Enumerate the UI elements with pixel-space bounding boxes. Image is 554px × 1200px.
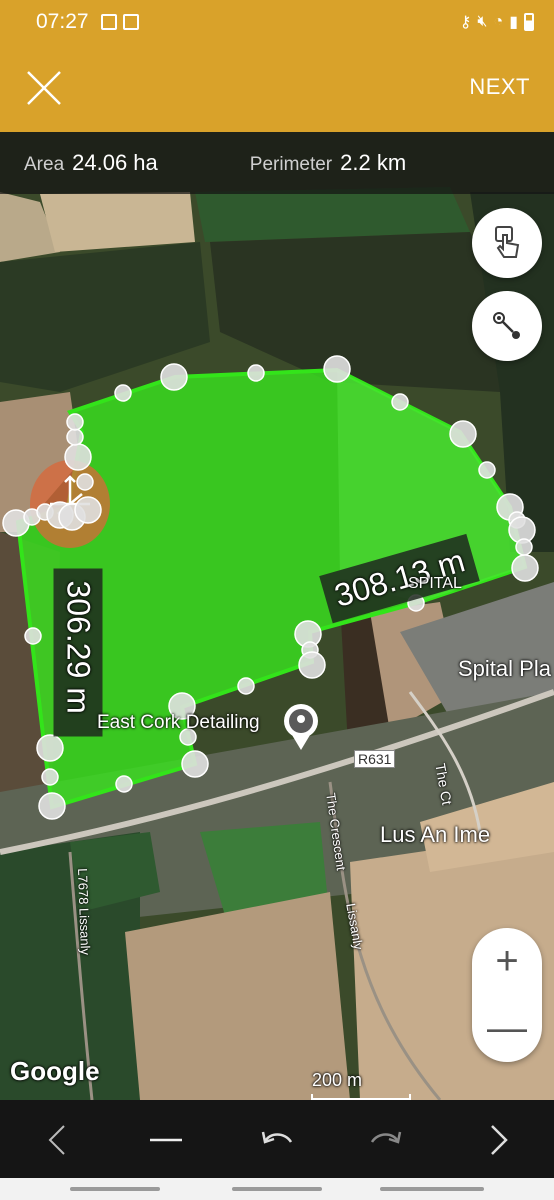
chevron-left-icon [48,1125,65,1155]
area-value: 24.06 ha [72,150,158,175]
gallery-icon [122,14,139,30]
chevron-right-icon [491,1125,508,1155]
perimeter-value: 2.2 km [340,150,407,175]
place-label-lus-an-ime: Lus An Ime [380,822,491,847]
delete-vertex-button[interactable] [146,1120,186,1160]
close-icon [27,71,61,105]
wifi-icon: ◔ [493,13,504,30]
edit-toolbar [0,1100,554,1178]
mute-icon: 🔇︎ [477,13,488,30]
close-button[interactable] [22,66,66,110]
status-bar: 07:27 ⚷ 🔇︎ ◔ ▮ [0,0,554,44]
nav-home[interactable] [232,1187,322,1191]
zoom-in-button[interactable]: + [472,928,542,995]
key-icon: ⚷ [459,14,472,31]
battery-icon [524,13,534,31]
signal-icon: ▮ [509,14,518,31]
system-nav-bar [0,1178,554,1200]
nav-back[interactable] [380,1187,484,1191]
nav-recents[interactable] [70,1187,160,1191]
google-logo: Google [10,1056,100,1086]
minus-icon [150,1138,182,1142]
next-button[interactable]: NEXT [469,74,530,100]
segment-length-left: 306.29 m [53,568,103,737]
satellite-map[interactable]: 306.29 m 308.13 m East Cork Detailing SP… [0,132,554,1100]
point-to-point-icon [493,312,520,339]
scale-label: 200 m [312,1070,363,1090]
street-label-l7678: L7678 Lissanly [75,868,94,956]
redo-button[interactable] [366,1120,406,1160]
image-icon [100,14,117,30]
previous-vertex-button[interactable] [40,1120,80,1160]
perimeter-label: Perimeter [249,154,333,175]
area-label: Area [24,154,65,175]
undo-button[interactable] [257,1120,297,1160]
status-time: 07:27 [36,10,89,33]
redo-icon [370,1131,402,1144]
app-bar: NEXT [0,44,554,132]
zoom-control: + — [472,928,542,1062]
zoom-out-button[interactable]: — [472,995,542,1062]
poi-label[interactable]: East Cork Detailing [97,712,260,734]
point-mode-button[interactable] [472,291,542,361]
road-label-r631: R631 [354,750,396,768]
place-label-spital: SPITAL [408,575,462,592]
place-label-spital-place: Spital Pla [458,656,551,681]
measurement-bar: Area 24.06 ha Perimeter 2.2 km [0,132,554,194]
undo-icon [261,1131,293,1144]
touch-hand-icon [495,226,520,258]
touch-mode-button[interactable] [472,208,542,278]
next-vertex-button[interactable] [478,1120,518,1160]
